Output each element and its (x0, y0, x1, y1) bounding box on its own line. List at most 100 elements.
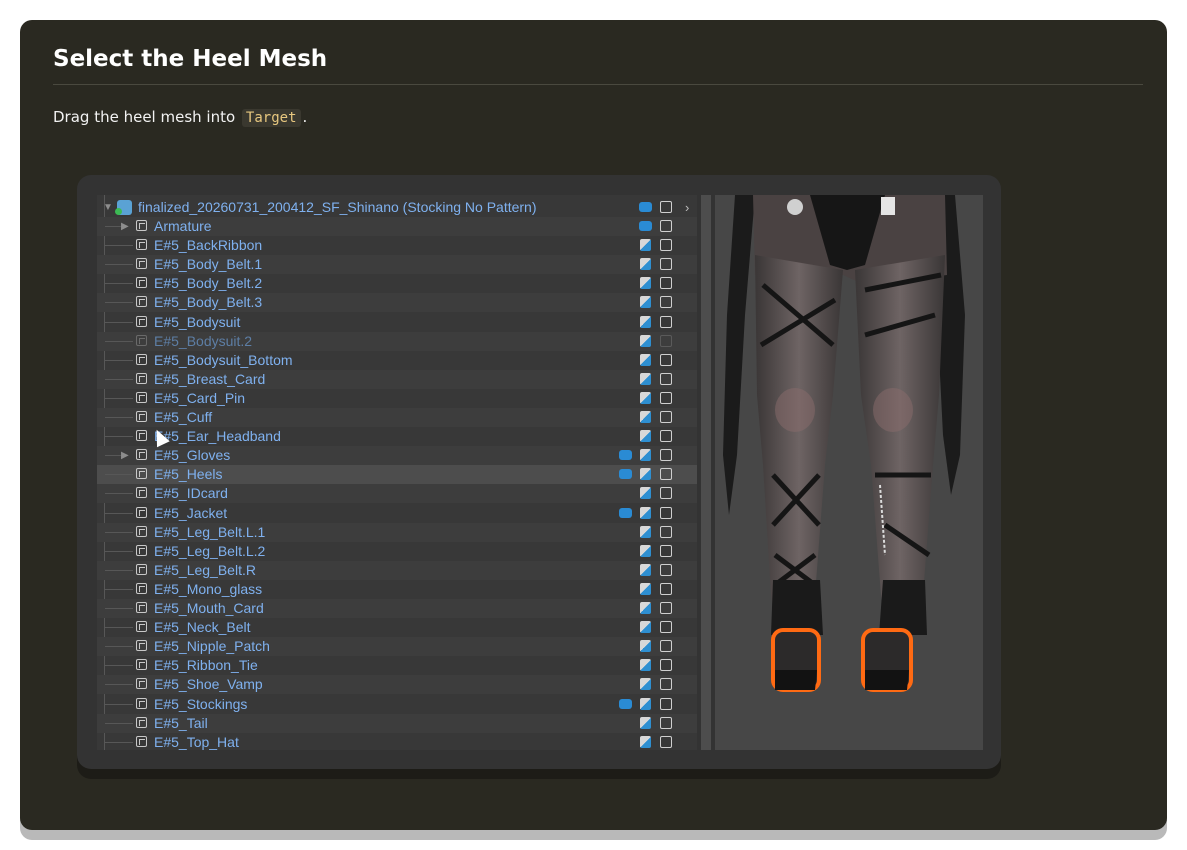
hierarchy-row[interactable]: E#5_IDcard (97, 484, 697, 504)
hierarchy-label: E#5_Leg_Belt.L.2 (154, 542, 266, 559)
visibility-cube-icon[interactable] (660, 239, 672, 252)
gameobject-icon (136, 372, 147, 384)
gameobject-icon (136, 563, 147, 575)
hierarchy-row[interactable]: E#5_Heels (97, 465, 697, 485)
tree-connector (105, 493, 133, 495)
gameobject-icon (136, 506, 147, 518)
hierarchy-label: E#5_Shoe_Vamp (154, 676, 263, 693)
hierarchy-row[interactable]: E#5_Leg_Belt.L.1 (97, 522, 697, 542)
hierarchy-row[interactable]: E#5_Bodysuit (97, 313, 697, 332)
visibility-cube-icon[interactable] (660, 258, 672, 271)
visibility-cube-icon[interactable] (660, 334, 672, 347)
skinned-mesh-icon (640, 449, 651, 462)
hierarchy-row[interactable]: E#5_Body_Belt.1 (97, 255, 697, 275)
hierarchy-row[interactable]: E#5_Tail (97, 713, 697, 733)
gameobject-icon (136, 544, 147, 556)
hierarchy-row[interactable]: E#5_Mono_glass (97, 580, 697, 599)
visibility-cube-icon[interactable] (660, 372, 672, 385)
hierarchy-row[interactable]: E#5_Stockings (97, 695, 697, 714)
hierarchy-row[interactable]: E#5_Body_Belt.3 (97, 293, 697, 313)
hierarchy-label: E#5_Mono_glass (154, 580, 263, 597)
visibility-cube-icon[interactable] (660, 430, 672, 443)
skinned-mesh-icon (640, 372, 651, 385)
hierarchy-row[interactable]: E#5_Nipple_Patch (97, 637, 697, 657)
skinned-mesh-icon (640, 468, 651, 481)
expand-arrow-icon[interactable]: ▶ (121, 446, 129, 465)
hierarchy-row[interactable]: E#5_BackRibbon (97, 236, 697, 255)
gameobject-icon (136, 582, 147, 594)
right-bow (879, 580, 927, 635)
hierarchy-row[interactable]: E#5_Card_Pin (97, 389, 697, 408)
hierarchy-row[interactable]: E#5_Body_Belt.2 (97, 274, 697, 293)
visibility-cube-icon[interactable] (660, 563, 672, 576)
gameobject-icon (136, 659, 147, 671)
gameobject-icon (136, 391, 147, 403)
visibility-cube-icon[interactable] (660, 449, 672, 462)
hierarchy-label: E#5_Nipple_Patch (154, 638, 270, 655)
visibility-cube-icon[interactable] (660, 296, 672, 309)
visibility-cube-icon[interactable] (660, 678, 672, 691)
hierarchy-row[interactable]: E#5_Bodysuit.2 (97, 331, 697, 351)
hierarchy-row[interactable]: E#5_Breast_Card (97, 369, 697, 389)
visibility-cube-icon[interactable] (660, 621, 672, 634)
tree-connector (105, 302, 133, 304)
visibility-cube-icon[interactable] (660, 525, 672, 538)
visibility-cube-icon[interactable] (660, 391, 672, 404)
bone-icon (619, 698, 632, 709)
right-shoe (865, 670, 909, 690)
hierarchy-row[interactable]: E#5_Leg_Belt.R (97, 560, 697, 580)
tree-connector (105, 684, 133, 686)
target-code: Target (241, 109, 301, 127)
skinned-mesh-icon (640, 353, 651, 366)
visibility-cube-icon[interactable] (660, 544, 672, 557)
hierarchy-row[interactable]: E#5_Ribbon_Tie (97, 656, 697, 675)
visibility-cube-icon[interactable] (660, 582, 672, 595)
hierarchy-row[interactable]: E#5_Shoe_Vamp (97, 675, 697, 695)
hierarchy-row[interactable]: E#5_Ear_Headband (97, 427, 697, 446)
visibility-cube-icon[interactable] (660, 659, 672, 672)
visibility-cube-icon[interactable] (660, 697, 672, 710)
instruction-after: . (302, 108, 308, 126)
hierarchy-row[interactable]: E#5_Neck_Belt (97, 618, 697, 637)
visibility-cube-icon[interactable] (660, 277, 672, 290)
hierarchy-row[interactable]: E#5_Leg_Belt.L.2 (97, 542, 697, 561)
skinned-mesh-icon (640, 430, 651, 443)
hierarchy-row[interactable]: E#5_Top_Hat (97, 733, 697, 750)
hierarchy-label: E#5_Card_Pin (154, 389, 246, 406)
hierarchy-scrollbar[interactable] (701, 195, 711, 750)
scene-view[interactable] (715, 195, 983, 750)
expand-arrow-icon[interactable]: ▶ (121, 217, 129, 236)
visibility-cube-icon[interactable] (660, 411, 672, 423)
tree-connector (105, 397, 133, 399)
hierarchy-label: E#5_Ear_Headband (154, 428, 281, 445)
hierarchy-root-row[interactable]: ▼ finalized_20260731_200412_SF_Shinano (… (97, 198, 697, 217)
expand-arrow-icon[interactable]: ▼ (103, 198, 113, 217)
chevron-right-icon[interactable]: › (685, 198, 689, 217)
visibility-cube-icon[interactable] (660, 716, 672, 729)
hierarchy-label: E#5_Bodysuit.2 (154, 332, 253, 349)
gameobject-icon (136, 277, 147, 289)
hierarchy-row[interactable]: ▶ Armature (97, 217, 697, 236)
tree-connector (105, 417, 133, 418)
hierarchy-row[interactable]: E#5_Bodysuit_Bottom (97, 351, 697, 370)
tree-connector (105, 608, 133, 609)
visibility-cube-icon[interactable] (660, 506, 672, 519)
hierarchy-label: E#5_Bodysuit_Bottom (154, 351, 293, 368)
hierarchy-row[interactable]: E#5_Mouth_Card (97, 599, 697, 618)
hierarchy-row[interactable]: E#5_Jacket (97, 504, 697, 523)
visibility-cube-icon[interactable] (660, 353, 672, 366)
visibility-cube-icon[interactable] (660, 640, 672, 653)
hierarchy-row[interactable]: E#5_Cuff (97, 408, 697, 427)
gameobject-icon (136, 640, 147, 652)
gameobject-icon (136, 239, 147, 251)
hierarchy-label: E#5_Gloves (154, 447, 231, 464)
visibility-cube-icon[interactable] (660, 735, 672, 748)
visibility-cube-icon[interactable] (660, 468, 672, 481)
gameobject-icon (136, 258, 147, 270)
visibility-cube-icon[interactable] (660, 487, 672, 500)
visibility-cube-icon[interactable] (660, 220, 672, 232)
visibility-cube-icon[interactable] (660, 315, 672, 328)
skinned-mesh-icon (640, 315, 651, 328)
hierarchy-row[interactable]: ▶ E#5_Gloves (97, 446, 697, 466)
visibility-cube-icon[interactable] (660, 602, 672, 614)
